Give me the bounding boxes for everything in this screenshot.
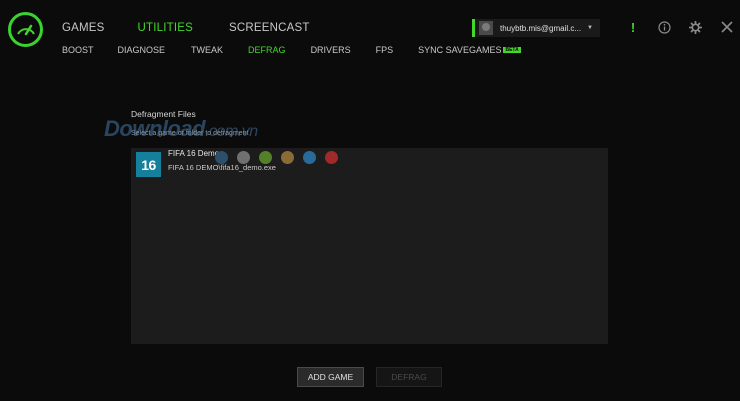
alert-icon[interactable]: ! [626, 20, 640, 35]
status-dot [325, 151, 338, 164]
sub-nav: BOOST DIAGNOSE TWEAK DEFRAG DRIVERS FPS … [62, 45, 521, 55]
avatar [479, 21, 493, 35]
tab-screencast[interactable]: SCREENCAST [229, 22, 310, 34]
chevron-down-icon: ▼ [587, 25, 593, 31]
beta-badge: BETA [503, 47, 521, 53]
account-email: thuybtb.mis@gmail.c... [500, 23, 582, 33]
watermark: Download.com.vn [104, 116, 258, 142]
tab-utilities[interactable]: UTILITIES [138, 22, 193, 34]
main-nav: GAMES UTILITIES SCREENCAST [62, 22, 310, 34]
watermark-suffix: .com.vn [205, 123, 258, 140]
status-dot [237, 151, 250, 164]
game-path: FIFA 16 DEMO\fifa16_demo.exe [168, 163, 276, 172]
status-dot [215, 151, 228, 164]
subtab-sync-savegames-label: SYNC SAVEGAMES [418, 45, 502, 55]
subtab-fps[interactable]: FPS [376, 45, 394, 55]
add-game-button[interactable]: ADD GAME [297, 367, 364, 387]
tab-games[interactable]: GAMES [62, 22, 105, 34]
info-icon[interactable] [657, 20, 671, 34]
subtab-diagnose[interactable]: DIAGNOSE [118, 45, 166, 55]
game-name: FIFA 16 Demo [168, 149, 220, 158]
subtab-drivers[interactable]: DRIVERS [311, 45, 351, 55]
account-dropdown[interactable]: thuybtb.mis@gmail.c... ▼ [472, 19, 600, 37]
speedometer-icon [16, 24, 35, 35]
status-dot [281, 151, 294, 164]
status-dot [303, 151, 316, 164]
game-icon: 16 [136, 152, 161, 177]
app-logo [8, 12, 43, 47]
subtab-boost[interactable]: BOOST [62, 45, 94, 55]
subtab-tweak[interactable]: TWEAK [191, 45, 223, 55]
subtab-sync-savegames[interactable]: SYNC SAVEGAMES BETA [418, 45, 521, 55]
gear-icon[interactable] [688, 20, 702, 34]
status-dots [215, 151, 338, 164]
subtab-defrag[interactable]: DEFRAG [248, 45, 286, 55]
watermark-text: Download [104, 116, 206, 141]
defrag-button[interactable]: DEFRAG [376, 367, 442, 387]
close-icon[interactable] [720, 20, 734, 34]
status-dot [259, 151, 272, 164]
